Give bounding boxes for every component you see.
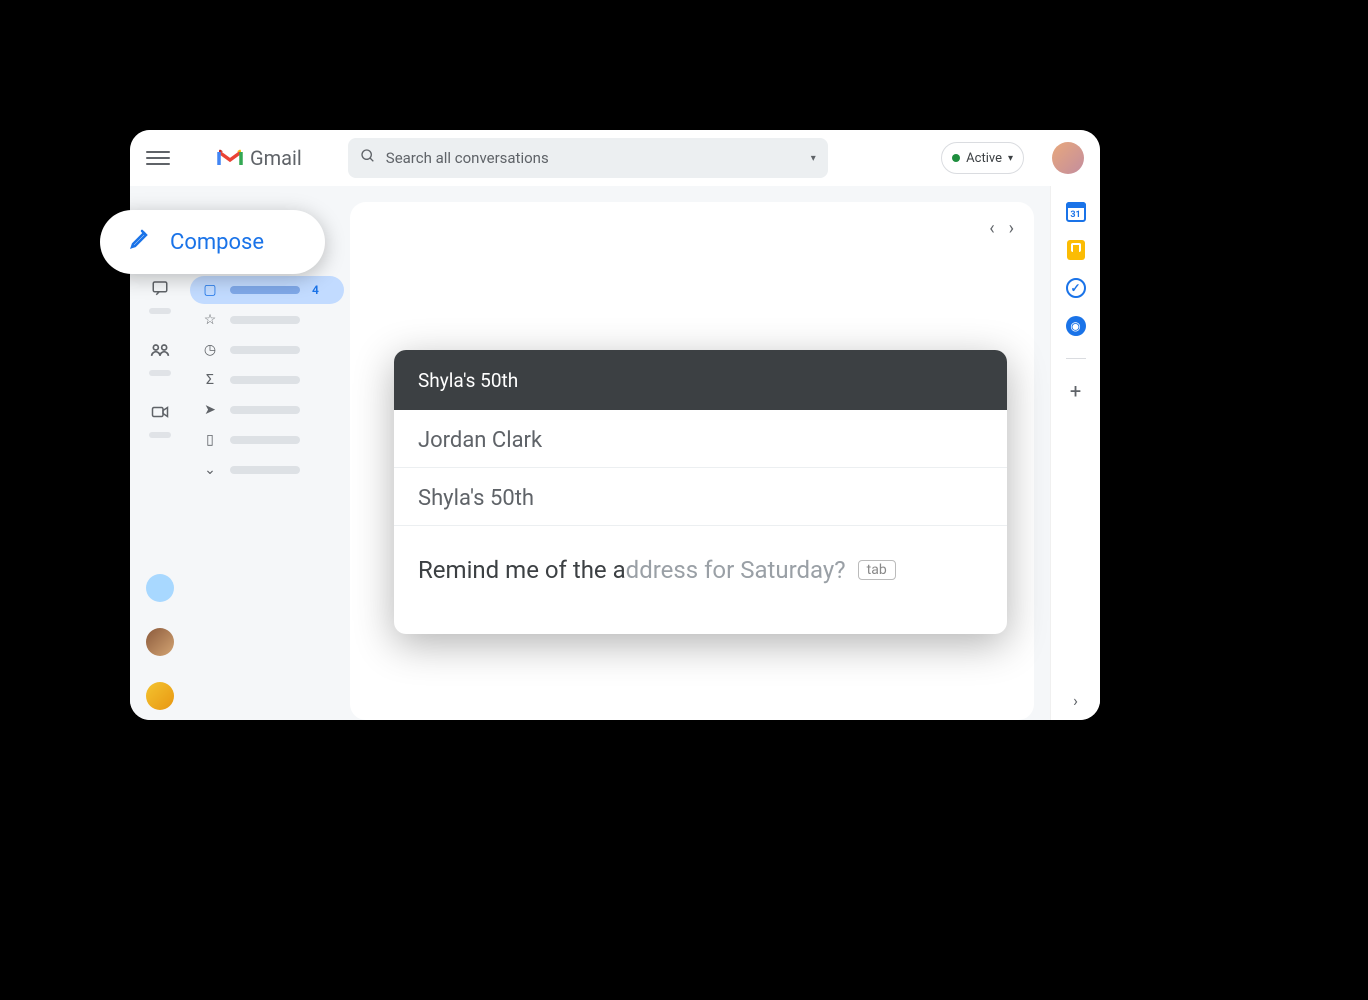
folder-important[interactable]: Σ bbox=[190, 366, 344, 394]
skeleton bbox=[230, 376, 300, 384]
next-icon[interactable]: › bbox=[1009, 218, 1014, 239]
rail-skeleton bbox=[149, 370, 171, 376]
compose-button[interactable]: Compose bbox=[100, 210, 325, 274]
compose-title-bar[interactable]: Shyla's 50th bbox=[394, 350, 1007, 410]
compose-body[interactable]: Remind me of the address for Saturday? t… bbox=[394, 526, 1007, 634]
calendar-icon[interactable]: 31 bbox=[1066, 202, 1086, 222]
add-icon[interactable]: + bbox=[1066, 381, 1086, 401]
main-menu-icon[interactable] bbox=[146, 146, 170, 170]
compose-to-field[interactable]: Jordan Clark bbox=[394, 410, 1007, 468]
compose-subject-field[interactable]: Shyla's 50th bbox=[394, 468, 1007, 526]
folder-inbox[interactable]: ▢ 4 bbox=[190, 276, 344, 304]
compose-title: Shyla's 50th bbox=[418, 369, 518, 392]
search-input[interactable]: Search all conversations ▾ bbox=[348, 138, 828, 178]
skeleton bbox=[230, 466, 300, 474]
header: Gmail Search all conversations ▾ Active … bbox=[130, 130, 1100, 186]
product-name: Gmail bbox=[250, 146, 302, 170]
chat-avatar[interactable] bbox=[146, 682, 174, 710]
folder-more[interactable]: ⌄ bbox=[190, 456, 344, 484]
divider bbox=[1066, 358, 1086, 359]
prev-icon[interactable]: ‹ bbox=[989, 218, 994, 239]
status-chip[interactable]: Active ▾ bbox=[941, 142, 1024, 174]
status-dot-icon bbox=[952, 154, 960, 162]
rail-meet-icon[interactable] bbox=[144, 396, 176, 428]
side-panel: 31 ✓ ◉ + › bbox=[1050, 186, 1100, 720]
rail-skeleton bbox=[149, 308, 171, 314]
search-placeholder: Search all conversations bbox=[386, 149, 549, 167]
clock-icon: ◷ bbox=[202, 342, 218, 358]
skeleton bbox=[230, 436, 300, 444]
compose-subject: Shyla's 50th bbox=[418, 486, 534, 511]
star-icon: ☆ bbox=[202, 312, 218, 328]
search-icon bbox=[360, 148, 376, 168]
chevron-down-icon: ⌄ bbox=[202, 462, 218, 478]
compose-window: Shyla's 50th Jordan Clark Shyla's 50th R… bbox=[394, 350, 1007, 634]
skeleton bbox=[230, 346, 300, 354]
compose-to: Jordan Clark bbox=[418, 428, 542, 453]
folder-sent[interactable]: ➤ bbox=[190, 396, 344, 424]
chat-avatar[interactable] bbox=[146, 574, 174, 602]
skeleton bbox=[230, 316, 300, 324]
folder-snoozed[interactable]: ◷ bbox=[190, 336, 344, 364]
typed-text: Remind me of the a bbox=[418, 556, 626, 584]
contacts-icon[interactable]: ◉ bbox=[1066, 316, 1086, 336]
rail-spaces-icon[interactable] bbox=[144, 334, 176, 366]
pencil-icon bbox=[128, 227, 152, 257]
logo[interactable]: Gmail bbox=[216, 146, 302, 170]
inbox-icon: ▢ bbox=[202, 282, 218, 298]
skeleton bbox=[230, 286, 300, 294]
folder-starred[interactable]: ☆ bbox=[190, 306, 344, 334]
smart-compose-suggestion: ddress for Saturday? bbox=[626, 556, 846, 584]
chevron-down-icon: ▾ bbox=[1008, 153, 1013, 164]
search-options-icon[interactable]: ▾ bbox=[811, 153, 816, 164]
sent-icon: ➤ bbox=[202, 402, 218, 418]
account-avatar[interactable] bbox=[1052, 142, 1084, 174]
tab-hint-chip: tab bbox=[858, 560, 896, 580]
skeleton bbox=[230, 406, 300, 414]
tasks-icon[interactable]: ✓ bbox=[1066, 278, 1086, 298]
expand-panel-icon[interactable]: › bbox=[1066, 690, 1086, 710]
important-icon: Σ bbox=[202, 372, 218, 388]
chat-avatar[interactable] bbox=[146, 628, 174, 656]
file-icon: ▯ bbox=[202, 432, 218, 448]
rail-chat-icon[interactable] bbox=[144, 272, 176, 304]
folder-drafts[interactable]: ▯ bbox=[190, 426, 344, 454]
inbox-count: 4 bbox=[312, 283, 319, 297]
compose-label: Compose bbox=[170, 230, 264, 255]
gmail-logo-icon bbox=[216, 148, 244, 168]
nav-arrows: ‹ › bbox=[989, 218, 1014, 239]
status-label: Active bbox=[966, 151, 1002, 166]
keep-icon[interactable] bbox=[1066, 240, 1086, 260]
rail-skeleton bbox=[149, 432, 171, 438]
